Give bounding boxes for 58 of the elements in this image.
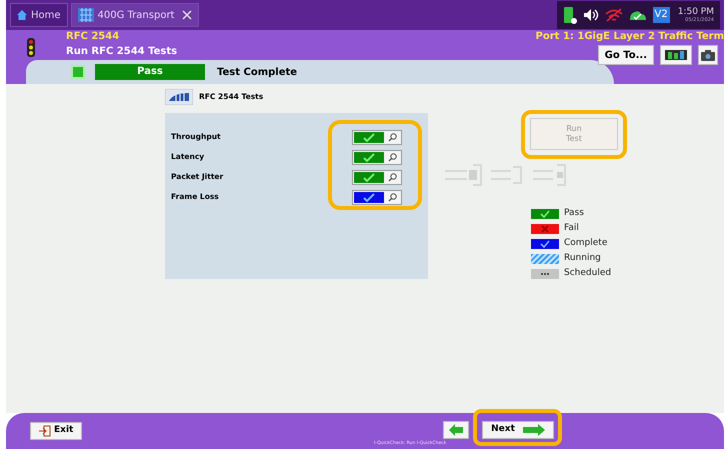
status-message: Test Complete bbox=[217, 66, 298, 80]
loopback-icon bbox=[491, 163, 525, 187]
check-icon bbox=[540, 210, 550, 218]
legend-label: Complete bbox=[564, 237, 608, 250]
wifi-icon bbox=[604, 8, 623, 22]
legend-label: Fail bbox=[564, 222, 579, 236]
status-indicator[interactable] bbox=[354, 132, 384, 142]
loopback-icon bbox=[533, 163, 567, 187]
page-title: Run RFC 2544 Tests bbox=[66, 45, 178, 59]
status-indicator[interactable] bbox=[354, 172, 384, 182]
exit-icon bbox=[39, 425, 51, 437]
bar-meter-button[interactable] bbox=[660, 45, 692, 65]
legend-label: Pass bbox=[564, 207, 584, 220]
traffic-light-icon bbox=[26, 38, 36, 58]
back-button[interactable] bbox=[443, 421, 469, 439]
cross-icon bbox=[541, 225, 549, 233]
search-icon bbox=[388, 132, 396, 142]
legend-label: Running bbox=[564, 252, 601, 266]
speaker-icon bbox=[582, 8, 599, 22]
battery-icon bbox=[562, 5, 577, 25]
logo-icon bbox=[165, 89, 193, 105]
camera-button[interactable] bbox=[698, 45, 718, 65]
status-indicator[interactable] bbox=[354, 192, 384, 202]
status-chip[interactable] bbox=[352, 170, 402, 184]
bar-meter-icon bbox=[665, 50, 687, 60]
status-chip[interactable] bbox=[352, 150, 402, 164]
exit-button[interactable]: Exit bbox=[30, 422, 82, 440]
arrow-left-icon bbox=[449, 424, 463, 436]
goto-button[interactable]: Go To... bbox=[598, 45, 654, 65]
status-chip[interactable] bbox=[352, 190, 402, 204]
status-chip[interactable] bbox=[352, 130, 402, 144]
check-icon bbox=[363, 152, 375, 162]
result-badge: Pass bbox=[95, 64, 205, 80]
next-button[interactable]: Next bbox=[482, 421, 554, 439]
check-icon bbox=[540, 240, 550, 248]
grid-icon bbox=[78, 8, 94, 22]
loopback-icon bbox=[445, 163, 483, 187]
arrow-right-icon bbox=[522, 424, 545, 436]
check-icon bbox=[363, 192, 375, 202]
clock-time: 1:50 PM bbox=[678, 6, 714, 16]
home-icon bbox=[17, 10, 27, 20]
status-indicator[interactable] bbox=[354, 152, 384, 162]
dots-icon bbox=[540, 272, 550, 276]
cloud-check-icon bbox=[628, 9, 647, 21]
search-icon bbox=[388, 192, 396, 202]
check-icon bbox=[363, 172, 375, 182]
module-name: RFC 2544 bbox=[66, 30, 120, 43]
legend-label: Scheduled bbox=[564, 267, 612, 280]
camera-icon bbox=[701, 50, 715, 60]
close-icon bbox=[182, 10, 192, 20]
port-label: Port 1: 1GigE Layer 2 Traffic Term bbox=[536, 30, 724, 43]
search-icon bbox=[388, 172, 396, 182]
check-icon bbox=[363, 132, 375, 142]
status-led-icon bbox=[71, 65, 85, 79]
tab[interactable]: Home bbox=[10, 3, 68, 27]
version-badge: V2 bbox=[652, 7, 670, 23]
tab[interactable]: 400G Transport bbox=[70, 3, 200, 27]
search-icon bbox=[388, 152, 396, 162]
